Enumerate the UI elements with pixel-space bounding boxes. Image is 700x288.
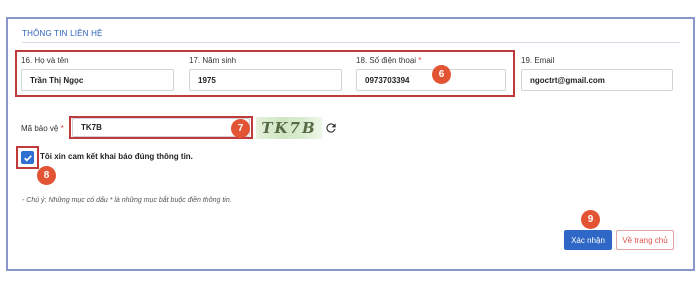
required-mark: * — [418, 56, 422, 65]
captcha-label: Mã bảo vệ * — [21, 124, 64, 133]
captcha-label-text: Mã bảo vệ — [21, 124, 59, 133]
phone-input[interactable]: 0973703394 — [356, 69, 506, 91]
birth-year-label: 17. Năm sinh — [189, 56, 237, 65]
full-name-label: 16. Họ và tên — [21, 56, 69, 65]
commitment-label: Tôi xin cam kết khai báo đúng thông tin. — [40, 152, 193, 161]
full-name-input[interactable]: Trần Thị Ngọc — [21, 69, 174, 91]
captcha-image: TK7B — [256, 117, 322, 139]
step-badge-7: 7 — [231, 119, 250, 138]
section-title: THÔNG TIN LIÊN HỆ — [22, 29, 103, 38]
required-note: - Chú ý: Những mục có dấu * là những mục… — [22, 197, 232, 204]
email-label: 19. Email — [521, 56, 555, 65]
refresh-icon[interactable] — [322, 118, 340, 138]
section-divider — [22, 42, 680, 43]
captcha-input[interactable]: TK7B — [72, 118, 250, 137]
check-icon — [23, 154, 32, 162]
step-badge-6: 6 — [432, 65, 451, 84]
refresh-icon-svg — [326, 123, 336, 133]
home-button[interactable]: Về trang chủ — [616, 230, 674, 250]
phone-label-text: 18. Số điện thoại — [356, 56, 417, 65]
commitment-checkbox[interactable] — [21, 151, 34, 164]
step-badge-9: 9 — [581, 210, 600, 229]
confirm-button[interactable]: Xác nhận — [564, 230, 612, 250]
email-input[interactable]: ngoctrt@gmail.com — [521, 69, 673, 91]
phone-label: 18. Số điện thoại * — [356, 56, 421, 65]
birth-year-input[interactable]: 1975 — [189, 69, 342, 91]
captcha-required-mark: * — [60, 124, 64, 133]
step-badge-8: 8 — [37, 166, 56, 185]
